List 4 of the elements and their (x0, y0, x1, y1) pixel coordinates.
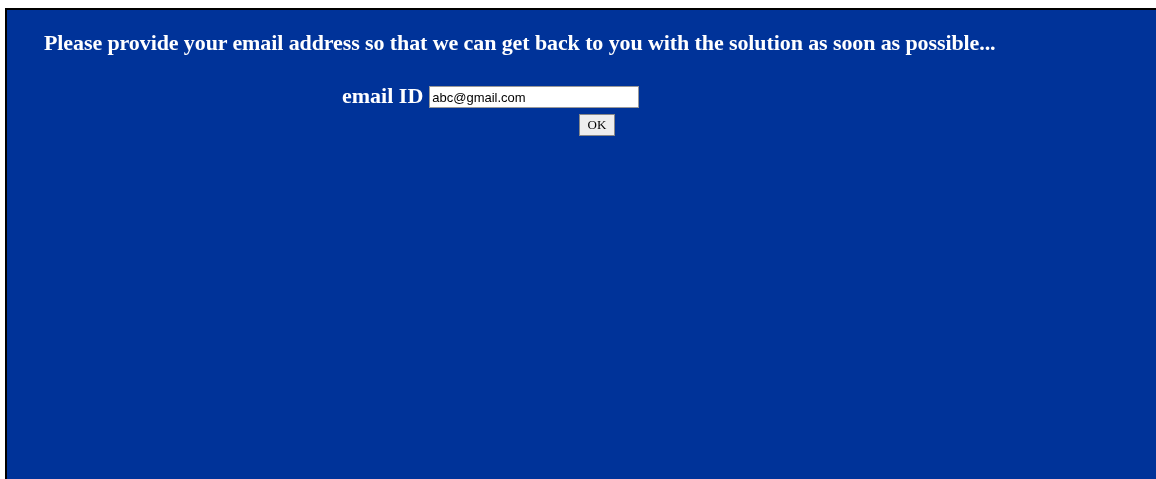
instruction-heading: Please provide your email address so that we can get back to you with the solution as soon as possible... (43, 29, 997, 56)
email-label: email ID (342, 84, 424, 108)
ok-button[interactable]: OK (579, 114, 615, 136)
email-field[interactable]: abc@gmail.com (429, 86, 640, 108)
